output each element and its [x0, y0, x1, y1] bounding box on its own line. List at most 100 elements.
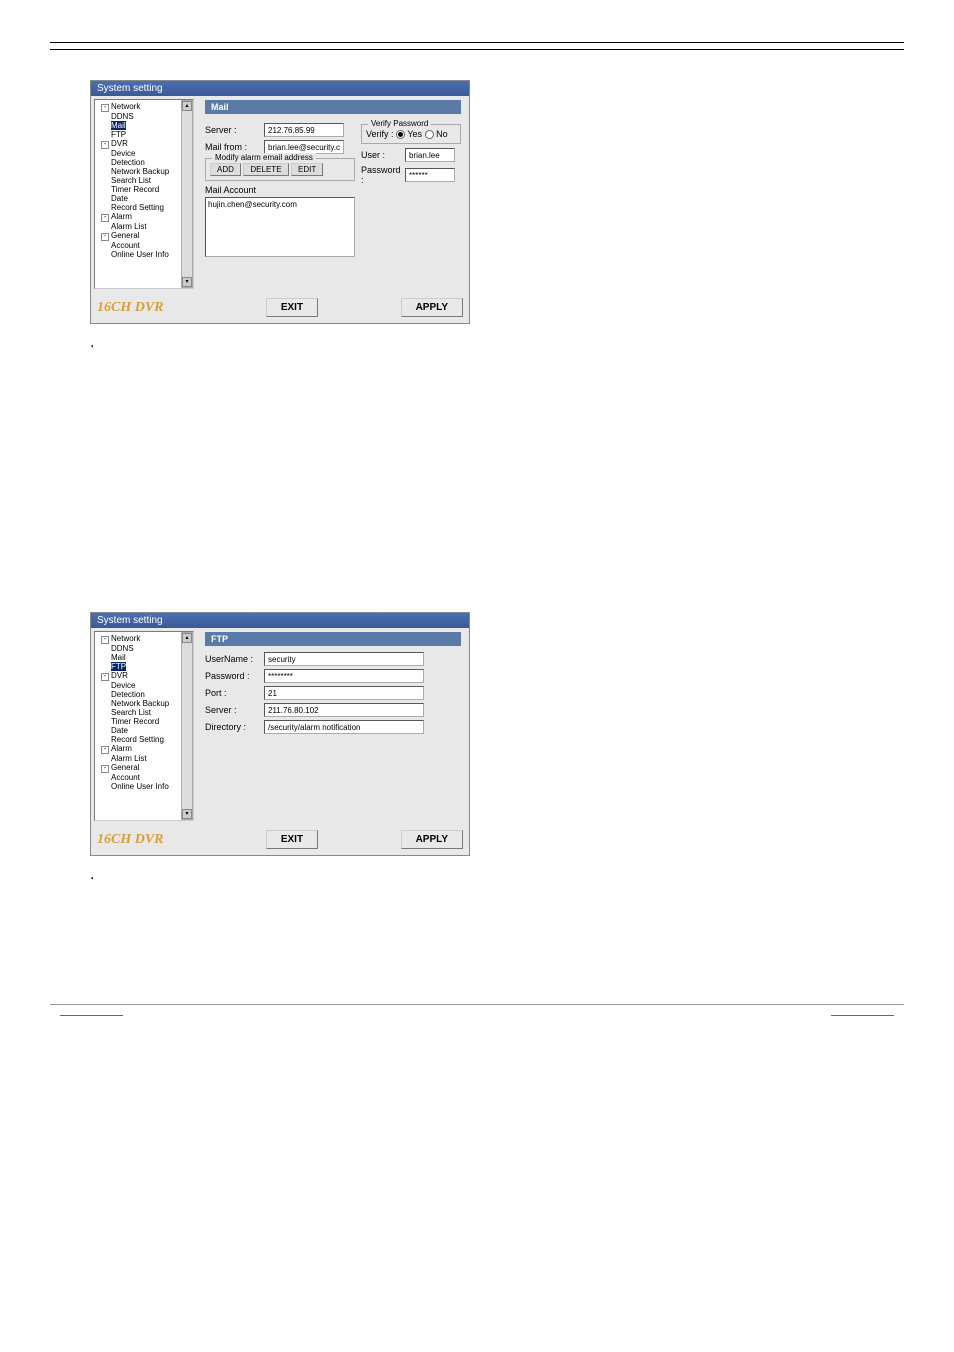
apply-button[interactable]: APPLY	[401, 298, 463, 317]
username-input[interactable]	[264, 652, 424, 666]
tree-online-user-info[interactable]: Online User Info	[111, 250, 169, 259]
expand-icon[interactable]: -	[101, 673, 109, 681]
server-label: Server :	[205, 125, 260, 135]
username-label: UserName :	[205, 654, 260, 664]
modify-fieldset: Modify alarm email address ADD DELETE ED…	[205, 158, 355, 181]
tree-search-list[interactable]: Search List	[111, 708, 151, 717]
mail-account-entry[interactable]: hujin.chen@security.com	[208, 200, 352, 209]
tree-alarm[interactable]: Alarm	[111, 212, 132, 221]
tree-dvr[interactable]: DVR	[111, 139, 128, 148]
tree-network[interactable]: Network	[111, 634, 140, 643]
header-rule-2	[50, 49, 904, 50]
system-setting-dialog-mail: System setting -Network DDNS Mail FTP -D…	[90, 80, 470, 324]
ftp-server-input[interactable]	[264, 703, 424, 717]
tree-search-list[interactable]: Search List	[111, 176, 151, 185]
apply-button[interactable]: APPLY	[401, 830, 463, 849]
scroll-up-icon[interactable]: ▴	[182, 101, 192, 111]
header-rule-1	[50, 42, 904, 43]
tree-online-user-info[interactable]: Online User Info	[111, 782, 169, 791]
system-setting-dialog-ftp: System setting -Network DDNS Mail FTP -D…	[90, 612, 470, 856]
tree-date[interactable]: Date	[111, 726, 128, 735]
directory-input[interactable]	[264, 720, 424, 734]
ftp-password-input[interactable]	[264, 669, 424, 683]
tree-timer-record[interactable]: Timer Record	[111, 185, 159, 194]
add-button[interactable]: ADD	[210, 163, 241, 176]
tree-panel[interactable]: -Network DDNS Mail FTP -DVR Device Detec…	[94, 99, 194, 289]
tree-dvr[interactable]: DVR	[111, 671, 128, 680]
scroll-up-icon[interactable]: ▴	[182, 633, 192, 643]
tree-mail[interactable]: Mail	[111, 653, 126, 662]
mail-from-label: Mail from :	[205, 142, 260, 152]
tree-alarm-list[interactable]: Alarm List	[111, 754, 147, 763]
mail-account-label: Mail Account	[205, 185, 355, 195]
screenshot-ftp: System setting -Network DDNS Mail FTP -D…	[90, 612, 904, 856]
tree-device[interactable]: Device	[111, 681, 135, 690]
edit-button[interactable]: EDIT	[291, 163, 323, 176]
radio-yes[interactable]	[396, 130, 405, 139]
expand-icon[interactable]: -	[101, 141, 109, 149]
tree-ddns[interactable]: DDNS	[111, 644, 134, 653]
mail-from-input[interactable]	[264, 140, 344, 154]
footer-left	[60, 1005, 123, 1016]
scrollbar[interactable]: ▴ ▾	[181, 632, 193, 820]
tree-panel[interactable]: -Network DDNS Mail FTP -DVR Device Detec…	[94, 631, 194, 821]
tree-network[interactable]: Network	[111, 102, 140, 111]
scrollbar[interactable]: ▴ ▾	[181, 100, 193, 288]
directory-label: Directory :	[205, 722, 260, 732]
tree-mail[interactable]: Mail	[111, 121, 126, 130]
tree-network-backup[interactable]: Network Backup	[111, 699, 169, 708]
port-input[interactable]	[264, 686, 424, 700]
dot-text: .	[90, 866, 904, 884]
delete-button[interactable]: DELETE	[243, 163, 288, 176]
scroll-down-icon[interactable]: ▾	[182, 809, 192, 819]
expand-icon[interactable]: -	[101, 636, 109, 644]
ftp-password-label: Password :	[205, 671, 260, 681]
scroll-down-icon[interactable]: ▾	[182, 277, 192, 287]
tree-alarm[interactable]: Alarm	[111, 744, 132, 753]
tree-record-setting[interactable]: Record Setting	[111, 735, 164, 744]
no-label: No	[436, 129, 448, 139]
brand-label: 16CH DVR	[97, 832, 164, 848]
page-footer	[50, 1004, 904, 1016]
verify-label: Verify :	[366, 129, 394, 139]
tree-timer-record[interactable]: Timer Record	[111, 717, 159, 726]
footer-right	[831, 1005, 894, 1016]
expand-icon[interactable]: -	[101, 746, 109, 754]
screenshot-mail: System setting -Network DDNS Mail FTP -D…	[90, 80, 904, 324]
ftp-content-panel: FTP UserName : Password : Port : Ser	[197, 628, 469, 824]
tree-ddns[interactable]: DDNS	[111, 112, 134, 121]
tree-ftp[interactable]: FTP	[111, 130, 126, 139]
expand-icon[interactable]: -	[101, 104, 109, 112]
expand-icon[interactable]: -	[101, 214, 109, 222]
port-label: Port :	[205, 688, 260, 698]
radio-no[interactable]	[425, 130, 434, 139]
yes-label: Yes	[407, 129, 422, 139]
tree-network-backup[interactable]: Network Backup	[111, 167, 169, 176]
server-input[interactable]	[264, 123, 344, 137]
exit-button[interactable]: EXIT	[266, 830, 318, 849]
tree-general[interactable]: General	[111, 231, 139, 240]
exit-button[interactable]: EXIT	[266, 298, 318, 317]
user-label: User :	[361, 150, 401, 160]
mail-account-list[interactable]: hujin.chen@security.com	[205, 197, 355, 257]
tree-account[interactable]: Account	[111, 241, 140, 250]
tree-ftp[interactable]: FTP	[111, 662, 126, 671]
user-input[interactable]	[405, 148, 455, 162]
expand-icon[interactable]: -	[101, 233, 109, 241]
tree-record-setting[interactable]: Record Setting	[111, 203, 164, 212]
mail-panel-title: Mail	[205, 100, 461, 114]
tree-device[interactable]: Device	[111, 149, 135, 158]
expand-icon[interactable]: -	[101, 765, 109, 773]
tree-detection[interactable]: Detection	[111, 690, 145, 699]
password-input[interactable]	[405, 168, 455, 182]
tree-date[interactable]: Date	[111, 194, 128, 203]
ftp-panel-title: FTP	[205, 632, 461, 646]
tree-detection[interactable]: Detection	[111, 158, 145, 167]
tree-alarm-list[interactable]: Alarm List	[111, 222, 147, 231]
verify-fieldset: Verify Password Verify : Yes No	[361, 124, 461, 144]
tree-general[interactable]: General	[111, 763, 139, 772]
ftp-server-label: Server :	[205, 705, 260, 715]
brand-label: 16CH DVR	[97, 300, 164, 316]
dialog-titlebar: System setting	[91, 81, 469, 96]
tree-account[interactable]: Account	[111, 773, 140, 782]
